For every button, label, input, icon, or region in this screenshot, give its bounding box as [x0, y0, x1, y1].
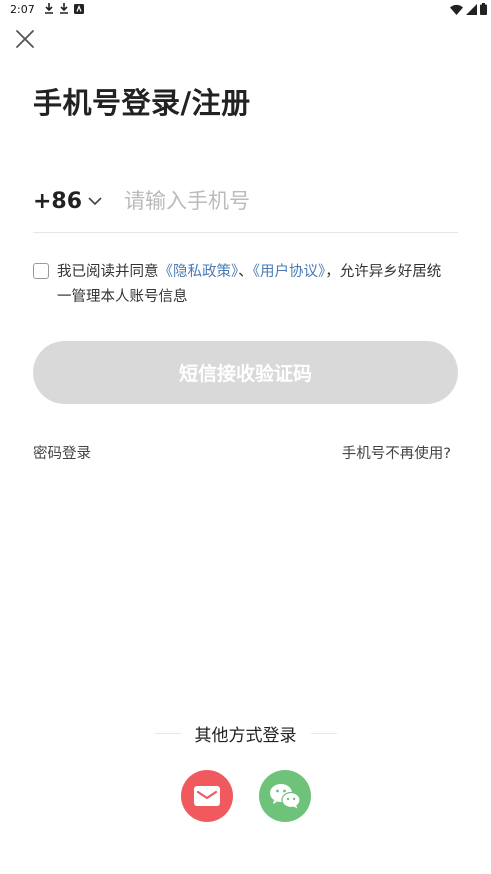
close-button[interactable]	[12, 26, 38, 52]
alternate-links: 密码登录 手机号不再使用?	[33, 442, 451, 463]
notification-icons	[44, 3, 84, 14]
social-login-row	[0, 770, 491, 822]
signal-icon	[466, 3, 477, 15]
agreement-prefix: 我已阅读并同意	[57, 264, 159, 280]
send-sms-code-button[interactable]: 短信接收验证码	[33, 341, 458, 404]
download-icon	[60, 3, 68, 14]
phone-unavailable-link[interactable]: 手机号不再使用?	[342, 442, 451, 463]
mail-icon	[193, 786, 220, 806]
chevron-down-icon	[88, 196, 102, 205]
wechat-login-button[interactable]	[258, 770, 311, 822]
email-login-button[interactable]	[180, 770, 233, 822]
country-code-selector[interactable]: +86	[33, 189, 82, 214]
close-icon	[16, 30, 34, 48]
agreement-checkbox[interactable]	[33, 263, 49, 279]
user-agreement-link[interactable]: 《用户协议》	[253, 264, 326, 280]
agreement-section: 我已阅读并同意《隐私政策》、《用户协议》，允许异乡好居统一管理本人账号信息	[33, 260, 443, 310]
wifi-icon	[450, 4, 463, 15]
other-login-divider: 其他方式登录	[0, 721, 491, 746]
country-code-dropdown[interactable]	[88, 196, 102, 206]
page-title: 手机号登录/注册	[33, 86, 251, 120]
download-icon	[45, 3, 53, 14]
agreement-text: 我已阅读并同意《隐私政策》、《用户协议》，允许异乡好居统一管理本人账号信息	[33, 260, 443, 310]
system-icons	[450, 3, 487, 15]
phone-number-input[interactable]	[124, 189, 425, 213]
wechat-icon	[269, 784, 301, 809]
phone-input-row: +86	[33, 170, 458, 233]
privacy-policy-link[interactable]: 《隐私政策》	[159, 264, 239, 280]
app-icon	[74, 3, 84, 14]
divider-line-right	[310, 733, 337, 734]
agreement-separator: 、	[238, 264, 253, 280]
battery-icon	[480, 3, 487, 15]
other-login-label: 其他方式登录	[194, 726, 297, 746]
status-time: 2:07	[10, 3, 35, 16]
status-bar: 2:07	[0, 0, 491, 22]
divider-line-left	[154, 733, 181, 734]
password-login-link[interactable]: 密码登录	[33, 442, 91, 463]
